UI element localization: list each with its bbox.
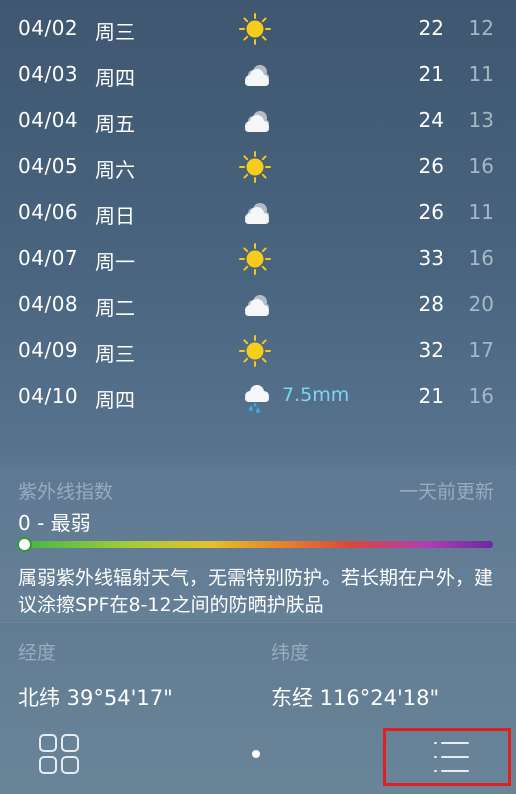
high-temp: 26 — [418, 154, 444, 178]
forecast-weekday: 周五 — [95, 112, 135, 136]
forecast-row: 04/07 周一 33 16 — [0, 236, 516, 282]
forecast-row: 04/04 周五 24 13 — [0, 98, 516, 144]
page-indicator-dot — [252, 750, 260, 758]
forecast-weekday: 周日 — [95, 204, 135, 228]
low-temp: 13 — [468, 108, 494, 132]
rain-icon — [238, 380, 272, 414]
low-temp: 11 — [468, 62, 494, 86]
forecast-row: 04/06 周日 26 11 — [0, 190, 516, 236]
uv-gradient-bar — [20, 541, 493, 548]
forecast-date: 04/10 — [18, 384, 79, 408]
uv-index-level: 0 - 最弱 — [18, 511, 91, 535]
high-temp: 26 — [418, 200, 444, 224]
forecast-row: 04/08 周二 28 20 — [0, 282, 516, 328]
low-temp: 12 — [468, 16, 494, 40]
menu-list-button[interactable] — [383, 728, 511, 786]
cloudy-icon — [238, 58, 272, 92]
forecast-date: 04/06 — [18, 200, 79, 224]
low-temp: 16 — [468, 384, 494, 408]
sun-icon — [238, 150, 272, 184]
low-temp: 11 — [468, 200, 494, 224]
high-temp: 21 — [418, 62, 444, 86]
uv-level-indicator — [17, 537, 32, 552]
forecast-weekday: 周一 — [95, 250, 135, 274]
uv-updated-time: 一天前更新 — [398, 481, 494, 503]
forecast-date: 04/09 — [18, 338, 79, 362]
forecast-date: 04/07 — [18, 246, 79, 270]
forecast-weekday: 周三 — [95, 20, 135, 44]
precipitation-amount: 7.5mm — [282, 384, 350, 406]
forecast-weekday: 周四 — [95, 388, 135, 412]
latitude-label: 纬度 — [271, 642, 310, 664]
cloudy-icon — [238, 104, 272, 138]
forecast-weekday: 周二 — [95, 296, 135, 320]
divider — [0, 622, 516, 623]
sun-icon — [238, 12, 272, 46]
high-temp: 32 — [418, 338, 444, 362]
forecast-row: 04/03 周四 21 11 — [0, 52, 516, 98]
forecast-weekday: 周六 — [95, 158, 135, 182]
high-temp: 33 — [418, 246, 444, 270]
forecast-row: 04/05 周六 26 16 — [0, 144, 516, 190]
forecast-date: 04/04 — [18, 108, 79, 132]
high-temp: 24 — [418, 108, 444, 132]
high-temp: 22 — [418, 16, 444, 40]
forecast-list: 04/02 周三 22 12 04/03 周四 21 11 04/04 周五 2… — [0, 6, 516, 420]
forecast-weekday: 周三 — [95, 342, 135, 366]
cloudy-icon — [238, 196, 272, 230]
longitude-label: 经度 — [18, 642, 57, 664]
forecast-date: 04/03 — [18, 62, 79, 86]
high-temp: 21 — [418, 384, 444, 408]
low-temp: 20 — [468, 292, 494, 316]
low-temp: 17 — [468, 338, 494, 362]
forecast-row: 04/09 周三 32 17 — [0, 328, 516, 374]
low-temp: 16 — [468, 246, 494, 270]
longitude-value: 北纬 39°54'17" — [18, 686, 173, 710]
sun-icon — [238, 334, 272, 368]
forecast-date: 04/02 — [18, 16, 79, 40]
forecast-date: 04/08 — [18, 292, 79, 316]
uv-index-panel: 紫外线指数 一天前更新 0 - 最弱 属弱紫外线辐射天气，无需特别防护。若长期在… — [0, 465, 516, 620]
forecast-weekday: 周四 — [95, 66, 135, 90]
forecast-row: 04/10 周四 7.5mm 21 16 — [0, 374, 516, 420]
forecast-row: 04/02 周三 22 12 — [0, 6, 516, 52]
location-panel: 经度 纬度 北纬 39°54'17" 东经 116°24'18" — [0, 622, 516, 722]
bottom-bar — [0, 722, 516, 794]
forecast-date: 04/05 — [18, 154, 79, 178]
uv-advice-text: 属弱紫外线辐射天气，无需特别防护。若长期在户外，建议涂擦SPF在8-12之间的防… — [18, 567, 494, 616]
high-temp: 28 — [418, 292, 444, 316]
grid-icon[interactable] — [38, 733, 80, 775]
cloudy-icon — [238, 288, 272, 322]
sun-icon — [238, 242, 272, 276]
menu-list-icon — [434, 742, 469, 772]
uv-index-title: 紫外线指数 — [18, 481, 114, 503]
low-temp: 16 — [468, 154, 494, 178]
latitude-value: 东经 116°24'18" — [271, 686, 440, 710]
